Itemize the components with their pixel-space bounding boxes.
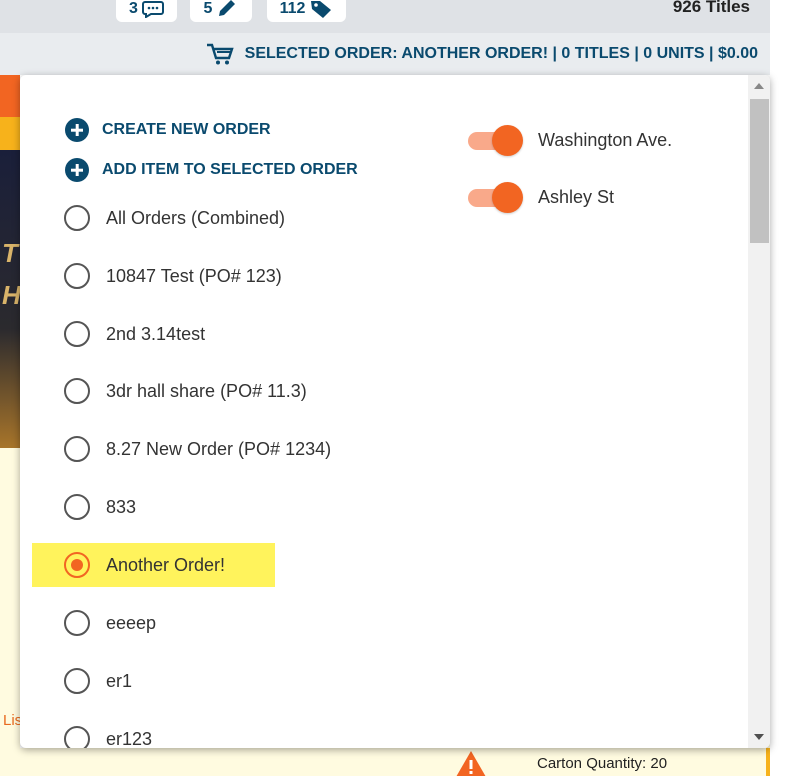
warning-icon bbox=[456, 751, 486, 776]
order-option-selected[interactable]: Another Order! bbox=[32, 543, 275, 587]
cart-icon bbox=[206, 43, 234, 65]
toggle-switch[interactable] bbox=[468, 181, 524, 213]
add-item-to-order-button[interactable]: ADD ITEM TO SELECTED ORDER bbox=[65, 158, 358, 182]
order-option-label: 10847 Test (PO# 123) bbox=[106, 265, 282, 286]
order-option-label: Another Order! bbox=[106, 554, 226, 575]
order-option-label: 3dr hall share (PO# 11.3) bbox=[106, 380, 307, 401]
radio-button[interactable] bbox=[64, 726, 90, 748]
tags-badge[interactable]: 112 bbox=[267, 0, 346, 22]
order-option-label: er123 bbox=[106, 728, 153, 749]
radio-button[interactable] bbox=[64, 436, 90, 462]
store-label: Washington Ave. bbox=[538, 129, 673, 150]
order-option-label: eeeep bbox=[106, 612, 157, 633]
plus-circle-icon bbox=[65, 158, 89, 182]
radio-button[interactable] bbox=[64, 610, 90, 636]
order-option-all-orders[interactable]: All Orders (Combined) bbox=[32, 196, 285, 240]
background-banner-image: T H bbox=[0, 150, 20, 448]
plus-circle-icon bbox=[65, 118, 89, 142]
background-subheader-strip bbox=[0, 117, 20, 150]
toggle-switch[interactable] bbox=[468, 124, 524, 156]
order-option-label: 8.27 New Order (PO# 1234) bbox=[106, 438, 332, 459]
order-option[interactable]: 833 bbox=[32, 485, 136, 529]
tag-icon bbox=[311, 1, 332, 18]
radio-button[interactable] bbox=[64, 263, 90, 289]
order-option[interactable]: 10847 Test (PO# 123) bbox=[32, 254, 282, 298]
pencil-icon bbox=[219, 0, 236, 16]
banner-text-fragment: H bbox=[2, 280, 20, 310]
radio-button[interactable] bbox=[64, 205, 90, 231]
order-option-label: er1 bbox=[106, 670, 133, 691]
scroll-up-arrow[interactable] bbox=[754, 83, 764, 89]
radio-button-selected[interactable] bbox=[64, 552, 90, 578]
store-toggle-ashley[interactable]: Ashley St bbox=[468, 181, 614, 213]
create-new-order-label: CREATE NEW ORDER bbox=[102, 121, 271, 138]
order-option[interactable]: 2nd 3.14test bbox=[32, 312, 205, 356]
selected-order-bar[interactable]: SELECTED ORDER: ANOTHER ORDER! | 0 TITLE… bbox=[0, 33, 770, 75]
scroll-down-arrow[interactable] bbox=[754, 734, 764, 740]
comments-badge[interactable]: 3 bbox=[116, 0, 177, 22]
radio-button[interactable] bbox=[64, 668, 90, 694]
create-new-order-button[interactable]: CREATE NEW ORDER bbox=[65, 118, 271, 142]
order-selector-dropdown: CREATE NEW ORDER ADD ITEM TO SELECTED OR… bbox=[20, 75, 770, 748]
order-option[interactable]: 8.27 New Order (PO# 1234) bbox=[32, 427, 331, 471]
background-header-strip bbox=[0, 75, 20, 117]
comments-count: 3 bbox=[129, 0, 138, 17]
edits-badge[interactable]: 5 bbox=[190, 0, 252, 22]
banner-text-fragment: T bbox=[2, 238, 18, 268]
radio-button[interactable] bbox=[64, 378, 90, 404]
tags-count: 112 bbox=[279, 0, 306, 17]
radio-button[interactable] bbox=[64, 494, 90, 520]
scrollbar-thumb[interactable] bbox=[750, 99, 769, 243]
add-item-label: ADD ITEM TO SELECTED ORDER bbox=[102, 161, 358, 178]
store-toggle-washington[interactable]: Washington Ave. bbox=[468, 124, 672, 156]
order-option-label: All Orders (Combined) bbox=[106, 207, 286, 228]
order-option-label: 2nd 3.14test bbox=[106, 323, 206, 344]
store-label: Ashley St bbox=[538, 186, 615, 207]
edits-count: 5 bbox=[203, 0, 213, 17]
order-option-label: 833 bbox=[106, 496, 137, 517]
background-border bbox=[766, 748, 770, 776]
selected-order-summary: SELECTED ORDER: ANOTHER ORDER! | 0 TITLE… bbox=[244, 45, 758, 62]
order-option[interactable]: eeeep bbox=[32, 601, 156, 645]
titles-count: 926 Titles bbox=[672, 0, 750, 16]
order-option[interactable]: er123 bbox=[32, 717, 152, 748]
radio-button[interactable] bbox=[64, 321, 90, 347]
top-toolbar: 3 5 112 926 Titles bbox=[0, 0, 770, 33]
carton-quantity: Carton Quantity: 20 bbox=[537, 755, 668, 772]
order-option[interactable]: er1 bbox=[32, 659, 132, 703]
order-option[interactable]: 3dr hall share (PO# 11.3) bbox=[32, 369, 307, 413]
scrollbar[interactable] bbox=[748, 75, 770, 748]
comment-icon bbox=[141, 0, 164, 18]
